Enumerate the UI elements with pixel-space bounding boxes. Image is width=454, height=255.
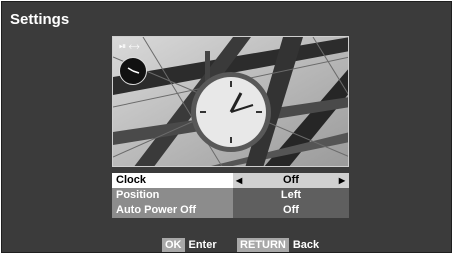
menu-value-text: Off <box>283 174 299 186</box>
menu-value-position: Left <box>233 188 349 203</box>
menu-row-auto-power-off[interactable]: Auto Power Off Off <box>112 203 349 218</box>
menu-value-auto-power-off: Off <box>233 203 349 218</box>
menu-row-position[interactable]: Position Left <box>112 188 349 203</box>
ok-key-badge[interactable]: OK <box>162 238 185 252</box>
footer-ok[interactable]: OK Enter <box>162 238 217 252</box>
return-key-text: Back <box>292 239 320 251</box>
preview-photo <box>113 37 348 166</box>
menu-label-clock: Clock <box>112 173 233 188</box>
preview-overlay-label: ⏯ ⟷ <box>119 41 140 51</box>
ok-key-text: Enter <box>188 239 217 251</box>
settings-menu: Clock ◀ Off ▶ Position Left Auto Power O… <box>112 173 349 218</box>
menu-label-auto-power-off: Auto Power Off <box>112 203 233 218</box>
left-arrow-icon[interactable]: ◀ <box>236 173 242 188</box>
clock-icon <box>119 57 147 85</box>
footer-return[interactable]: RETURN Back <box>237 238 319 252</box>
return-key-badge[interactable]: RETURN <box>237 238 289 252</box>
right-arrow-icon[interactable]: ▶ <box>339 173 345 188</box>
menu-label-position: Position <box>112 188 233 203</box>
menu-value-clock[interactable]: ◀ Off ▶ <box>233 173 349 188</box>
settings-screen: Settings ⏯ ⟷ Clock ◀ Off ▶ Position Left… <box>1 1 452 253</box>
page-title: Settings <box>10 11 70 28</box>
preview-image: ⏯ ⟷ <box>112 36 349 167</box>
menu-row-clock[interactable]: Clock ◀ Off ▶ <box>112 173 349 188</box>
